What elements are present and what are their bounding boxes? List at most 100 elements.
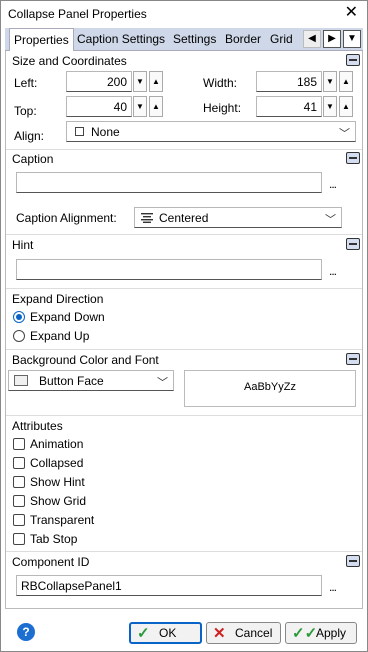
- color-swatch-icon: [14, 375, 28, 386]
- expand-down-radio[interactable]: [13, 311, 25, 323]
- background-section-title: Background Color and Font: [12, 353, 159, 367]
- height-value: 41: [303, 100, 317, 114]
- align-label: Align:: [14, 129, 45, 143]
- tab-grid[interactable]: Grid: [266, 28, 297, 51]
- align-center-icon: [141, 213, 153, 223]
- size-section-title: Size and Coordinates: [12, 54, 127, 68]
- expand-section-title: Expand Direction: [12, 292, 104, 306]
- close-icon[interactable]: ✕: [345, 4, 358, 22]
- chevron-down-icon: ﹀: [157, 377, 168, 389]
- height-label: Height:: [203, 101, 242, 115]
- tab-settings[interactable]: Settings: [169, 28, 220, 51]
- divider: [6, 415, 362, 416]
- attributes-section-title: Attributes: [12, 419, 63, 433]
- tab-caption-settings[interactable]: Caption Settings: [73, 28, 169, 51]
- font-preview[interactable]: AaBbYyZz: [184, 370, 356, 407]
- expand-down-label[interactable]: Expand Down: [30, 310, 105, 324]
- left-spin-up-icon[interactable]: ▲: [149, 71, 163, 92]
- size-collapse-icon[interactable]: [346, 54, 360, 66]
- window-title: Collapse Panel Properties: [8, 7, 147, 21]
- height-field[interactable]: 41: [256, 96, 322, 117]
- tab-scroll-right-icon[interactable]: ▶: [323, 30, 341, 48]
- width-label: Width:: [203, 76, 238, 90]
- cancel-button[interactable]: ✕ Cancel: [206, 622, 281, 644]
- show-grid-label[interactable]: Show Grid: [30, 494, 86, 508]
- chevron-down-icon: ﹀: [325, 214, 336, 226]
- title-bar: Collapse Panel Properties ✕: [1, 1, 367, 28]
- collapsed-label[interactable]: Collapsed: [30, 456, 83, 470]
- width-field[interactable]: 185: [256, 71, 322, 92]
- tab-stop-label[interactable]: Tab Stop: [30, 532, 77, 546]
- ok-button[interactable]: ✓ OK: [129, 622, 202, 644]
- component-id-input[interactable]: RBCollapsePanel1: [16, 575, 322, 596]
- caption-collapse-icon[interactable]: [346, 152, 360, 164]
- caption-ellipsis-button[interactable]: ...: [329, 177, 337, 191]
- animation-label[interactable]: Animation: [30, 437, 83, 451]
- caption-alignment-select[interactable]: Centered ﹀: [134, 207, 342, 228]
- background-color-select[interactable]: Button Face ﹀: [8, 370, 174, 391]
- left-label: Left:: [14, 76, 38, 90]
- apply-button[interactable]: ✓✓ Apply: [285, 622, 357, 644]
- top-field[interactable]: 40: [66, 96, 132, 117]
- properties-dialog: Collapse Panel Properties ✕ Properties C…: [0, 0, 368, 652]
- expand-up-label[interactable]: Expand Up: [30, 329, 89, 343]
- transparent-checkbox[interactable]: [13, 514, 25, 526]
- tab-list-dropdown-icon[interactable]: ▼: [343, 30, 361, 48]
- height-spin-up-icon[interactable]: ▲: [339, 96, 353, 117]
- tab-bar: Properties Caption Settings Settings Bor…: [5, 28, 363, 52]
- divider: [6, 349, 362, 350]
- caption-alignment-label: Caption Alignment:: [16, 211, 117, 225]
- width-spin-down-icon[interactable]: ▼: [323, 71, 337, 92]
- show-grid-checkbox[interactable]: [13, 495, 25, 507]
- background-collapse-icon[interactable]: [346, 353, 360, 365]
- align-select[interactable]: None ﹀: [66, 121, 356, 142]
- tab-scroll-left-icon[interactable]: ◀: [303, 30, 321, 48]
- ok-label: OK: [159, 626, 177, 640]
- chevron-down-icon: ﹀: [339, 128, 350, 140]
- background-color-value: Button Face: [39, 374, 104, 388]
- divider: [6, 149, 362, 150]
- width-value: 185: [296, 75, 317, 89]
- expand-up-radio[interactable]: [13, 330, 25, 342]
- left-field[interactable]: 200: [66, 71, 132, 92]
- tab-stop-checkbox[interactable]: [13, 533, 25, 545]
- checkmark-icon: ✓: [137, 625, 150, 642]
- height-spin-down-icon[interactable]: ▼: [323, 96, 337, 117]
- hint-collapse-icon[interactable]: [346, 238, 360, 250]
- apply-label: Apply: [316, 626, 347, 640]
- double-check-icon: ✓✓: [292, 625, 318, 642]
- width-spin-up-icon[interactable]: ▲: [339, 71, 353, 92]
- cancel-label: Cancel: [235, 626, 273, 640]
- divider: [6, 288, 362, 289]
- collapsed-checkbox[interactable]: [13, 457, 25, 469]
- hint-input[interactable]: [16, 259, 322, 280]
- top-spin-down-icon[interactable]: ▼: [133, 96, 147, 117]
- show-hint-label[interactable]: Show Hint: [30, 475, 85, 489]
- top-value: 40: [113, 100, 127, 114]
- hint-ellipsis-button[interactable]: ...: [329, 264, 337, 278]
- left-value: 200: [106, 75, 127, 89]
- left-spin-down-icon[interactable]: ▼: [133, 71, 147, 92]
- component-ellipsis-button[interactable]: ...: [329, 580, 337, 594]
- top-spin-up-icon[interactable]: ▲: [149, 96, 163, 117]
- transparent-label[interactable]: Transparent: [30, 513, 94, 527]
- component-collapse-icon[interactable]: [346, 555, 360, 567]
- component-section-title: Component ID: [12, 555, 90, 569]
- top-label: Top:: [14, 104, 37, 118]
- caption-section-title: Caption: [12, 152, 54, 166]
- component-id-value: RBCollapsePanel1: [21, 579, 122, 593]
- tab-properties[interactable]: Properties: [9, 28, 74, 52]
- properties-page: Size and Coordinates Left: 200 ▼ ▲ Width…: [5, 51, 363, 609]
- divider: [6, 234, 362, 235]
- show-hint-checkbox[interactable]: [13, 476, 25, 488]
- font-preview-text: AaBbYyZz: [244, 381, 296, 393]
- hint-section-title: Hint: [12, 238, 34, 252]
- help-icon[interactable]: ?: [17, 623, 35, 641]
- caption-input[interactable]: [16, 172, 322, 193]
- divider: [6, 551, 362, 552]
- tab-border[interactable]: Border: [221, 28, 265, 51]
- align-value: None: [91, 125, 120, 139]
- animation-checkbox[interactable]: [13, 438, 25, 450]
- cancel-x-icon: ✕: [213, 625, 226, 642]
- dialog-footer: ? ✓ OK ✕ Cancel ✓✓ Apply: [1, 609, 367, 651]
